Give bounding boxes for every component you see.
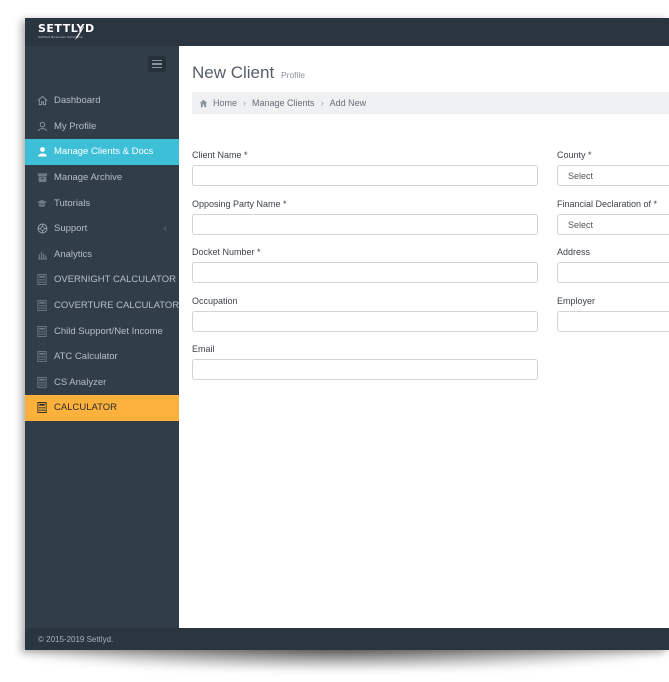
calculator-icon xyxy=(36,325,48,337)
main-content: New Client Profile Home › Manage Clients… xyxy=(179,46,669,628)
sidebar-item-manage-clients[interactable]: Manage Clients & Docs xyxy=(25,139,187,165)
opposing-party-name-label: Opposing Party Name * xyxy=(192,199,287,209)
brand-name: SETTLYD xyxy=(38,22,95,35)
client-name-field[interactable] xyxy=(192,165,538,186)
footer: © 2015-2019 Settlyd. xyxy=(25,628,669,650)
sidebar-item-label: Analytics xyxy=(54,248,93,260)
breadcrumb-separator: › xyxy=(243,98,247,108)
user-icon xyxy=(36,120,48,132)
sidebar-item-label: Manage Archive xyxy=(54,172,123,184)
sidebar-item-label: COVERTURE CALCULATOR xyxy=(54,300,180,312)
occupation-field[interactable] xyxy=(192,311,538,332)
calculator-icon xyxy=(36,402,48,414)
home-icon xyxy=(199,99,208,108)
sidebar-item-label: Child Support/Net Income xyxy=(54,325,163,337)
sidebar-item-my-profile[interactable]: My Profile xyxy=(25,114,179,140)
sidebar-item-label: Manage Clients & Docs xyxy=(54,146,154,158)
sidebar-item-cs-analyzer[interactable]: CS Analyzer xyxy=(25,370,179,396)
sidebar-item-overnight-calculator[interactable]: OVERNIGHT CALCULATOR xyxy=(25,267,179,293)
calculator-icon xyxy=(36,351,48,363)
sidebar-item-label: Tutorials xyxy=(54,197,91,209)
graduation-cap-icon xyxy=(36,197,48,209)
sidebar-item-manage-archive[interactable]: Manage Archive xyxy=(25,165,179,191)
sidebar-item-label: Dashboard xyxy=(54,95,101,107)
sidebar-item-label: CS Analyzer xyxy=(54,376,107,388)
county-label: County * xyxy=(557,150,592,160)
bar-chart-icon xyxy=(36,248,48,260)
page-subtitle: Profile xyxy=(280,70,306,80)
sidebar-item-atc-calculator[interactable]: ATC Calculator xyxy=(25,344,179,370)
app-window: SETTLYD Settled Business Solutions Dashb… xyxy=(25,18,669,650)
employer-field[interactable] xyxy=(557,311,669,332)
sidebar-item-label: Support xyxy=(54,223,88,235)
calculator-icon xyxy=(36,376,48,388)
email-label: Email xyxy=(192,344,215,354)
hamburger-icon xyxy=(152,59,162,62)
breadcrumb-home-link[interactable]: Home xyxy=(213,98,237,108)
calculator-icon xyxy=(36,300,48,312)
top-bar: SETTLYD Settled Business Solutions xyxy=(25,18,669,46)
sidebar-item-label: CALCULATOR xyxy=(54,402,117,414)
page-title: New Client Profile xyxy=(192,63,306,82)
calculator-icon xyxy=(36,274,48,286)
occupation-label: Occupation xyxy=(192,296,238,306)
sidebar-item-analytics[interactable]: Analytics xyxy=(25,242,179,268)
chevron-left-icon: ‹ xyxy=(163,223,167,235)
sidebar-item-label: ATC Calculator xyxy=(54,351,118,363)
address-label: Address xyxy=(557,247,591,257)
sidebar-item-coverture-calculator[interactable]: COVERTURE CALCULATOR xyxy=(25,293,179,319)
sidebar-item-label: OVERNIGHT CALCULATOR xyxy=(54,274,176,286)
pen-nib-icon xyxy=(75,26,84,40)
breadcrumb-separator: › xyxy=(320,98,324,108)
docket-number-label: Docket Number * xyxy=(192,247,261,257)
sidebar: Dashboard My Profile Manage Clients & Do… xyxy=(25,46,187,628)
breadcrumb-current: Add New xyxy=(329,98,367,108)
breadcrumb: Home › Manage Clients › Add New xyxy=(192,92,669,114)
address-field[interactable] xyxy=(557,262,669,283)
sidebar-item-child-support[interactable]: Child Support/Net Income xyxy=(25,318,179,344)
sidebar-item-calculator[interactable]: CALCULATOR xyxy=(25,395,179,421)
financial-declaration-select[interactable]: Select xyxy=(557,214,669,235)
opposing-party-name-field[interactable] xyxy=(192,214,538,235)
client-name-label: Client Name * xyxy=(192,150,248,160)
financial-declaration-label: Financial Declaration of * xyxy=(557,199,658,209)
life-ring-icon xyxy=(36,223,48,235)
employer-label: Employer xyxy=(557,296,596,306)
brand-logo[interactable]: SETTLYD Settled Business Solutions xyxy=(38,22,95,40)
user-solid-icon xyxy=(36,146,48,158)
sidebar-menu: Dashboard My Profile Manage Clients & Do… xyxy=(25,88,187,421)
sidebar-item-support[interactable]: Support ‹ xyxy=(25,216,179,242)
sidebar-item-tutorials[interactable]: Tutorials xyxy=(25,190,179,216)
brand-tagline: Settled Business Solutions xyxy=(38,35,83,39)
breadcrumb-manage-clients-link[interactable]: Manage Clients xyxy=(252,98,315,108)
archive-icon xyxy=(36,172,48,184)
docket-number-field[interactable] xyxy=(192,262,538,283)
sidebar-item-dashboard[interactable]: Dashboard xyxy=(25,88,179,114)
footer-copyright: © 2015-2019 Settlyd. xyxy=(38,634,114,644)
sidebar-item-label: My Profile xyxy=(54,120,97,132)
menu-toggle-button[interactable] xyxy=(148,56,166,72)
email-field[interactable] xyxy=(192,359,538,380)
home-icon xyxy=(36,95,48,107)
county-select[interactable]: Select xyxy=(557,165,669,186)
